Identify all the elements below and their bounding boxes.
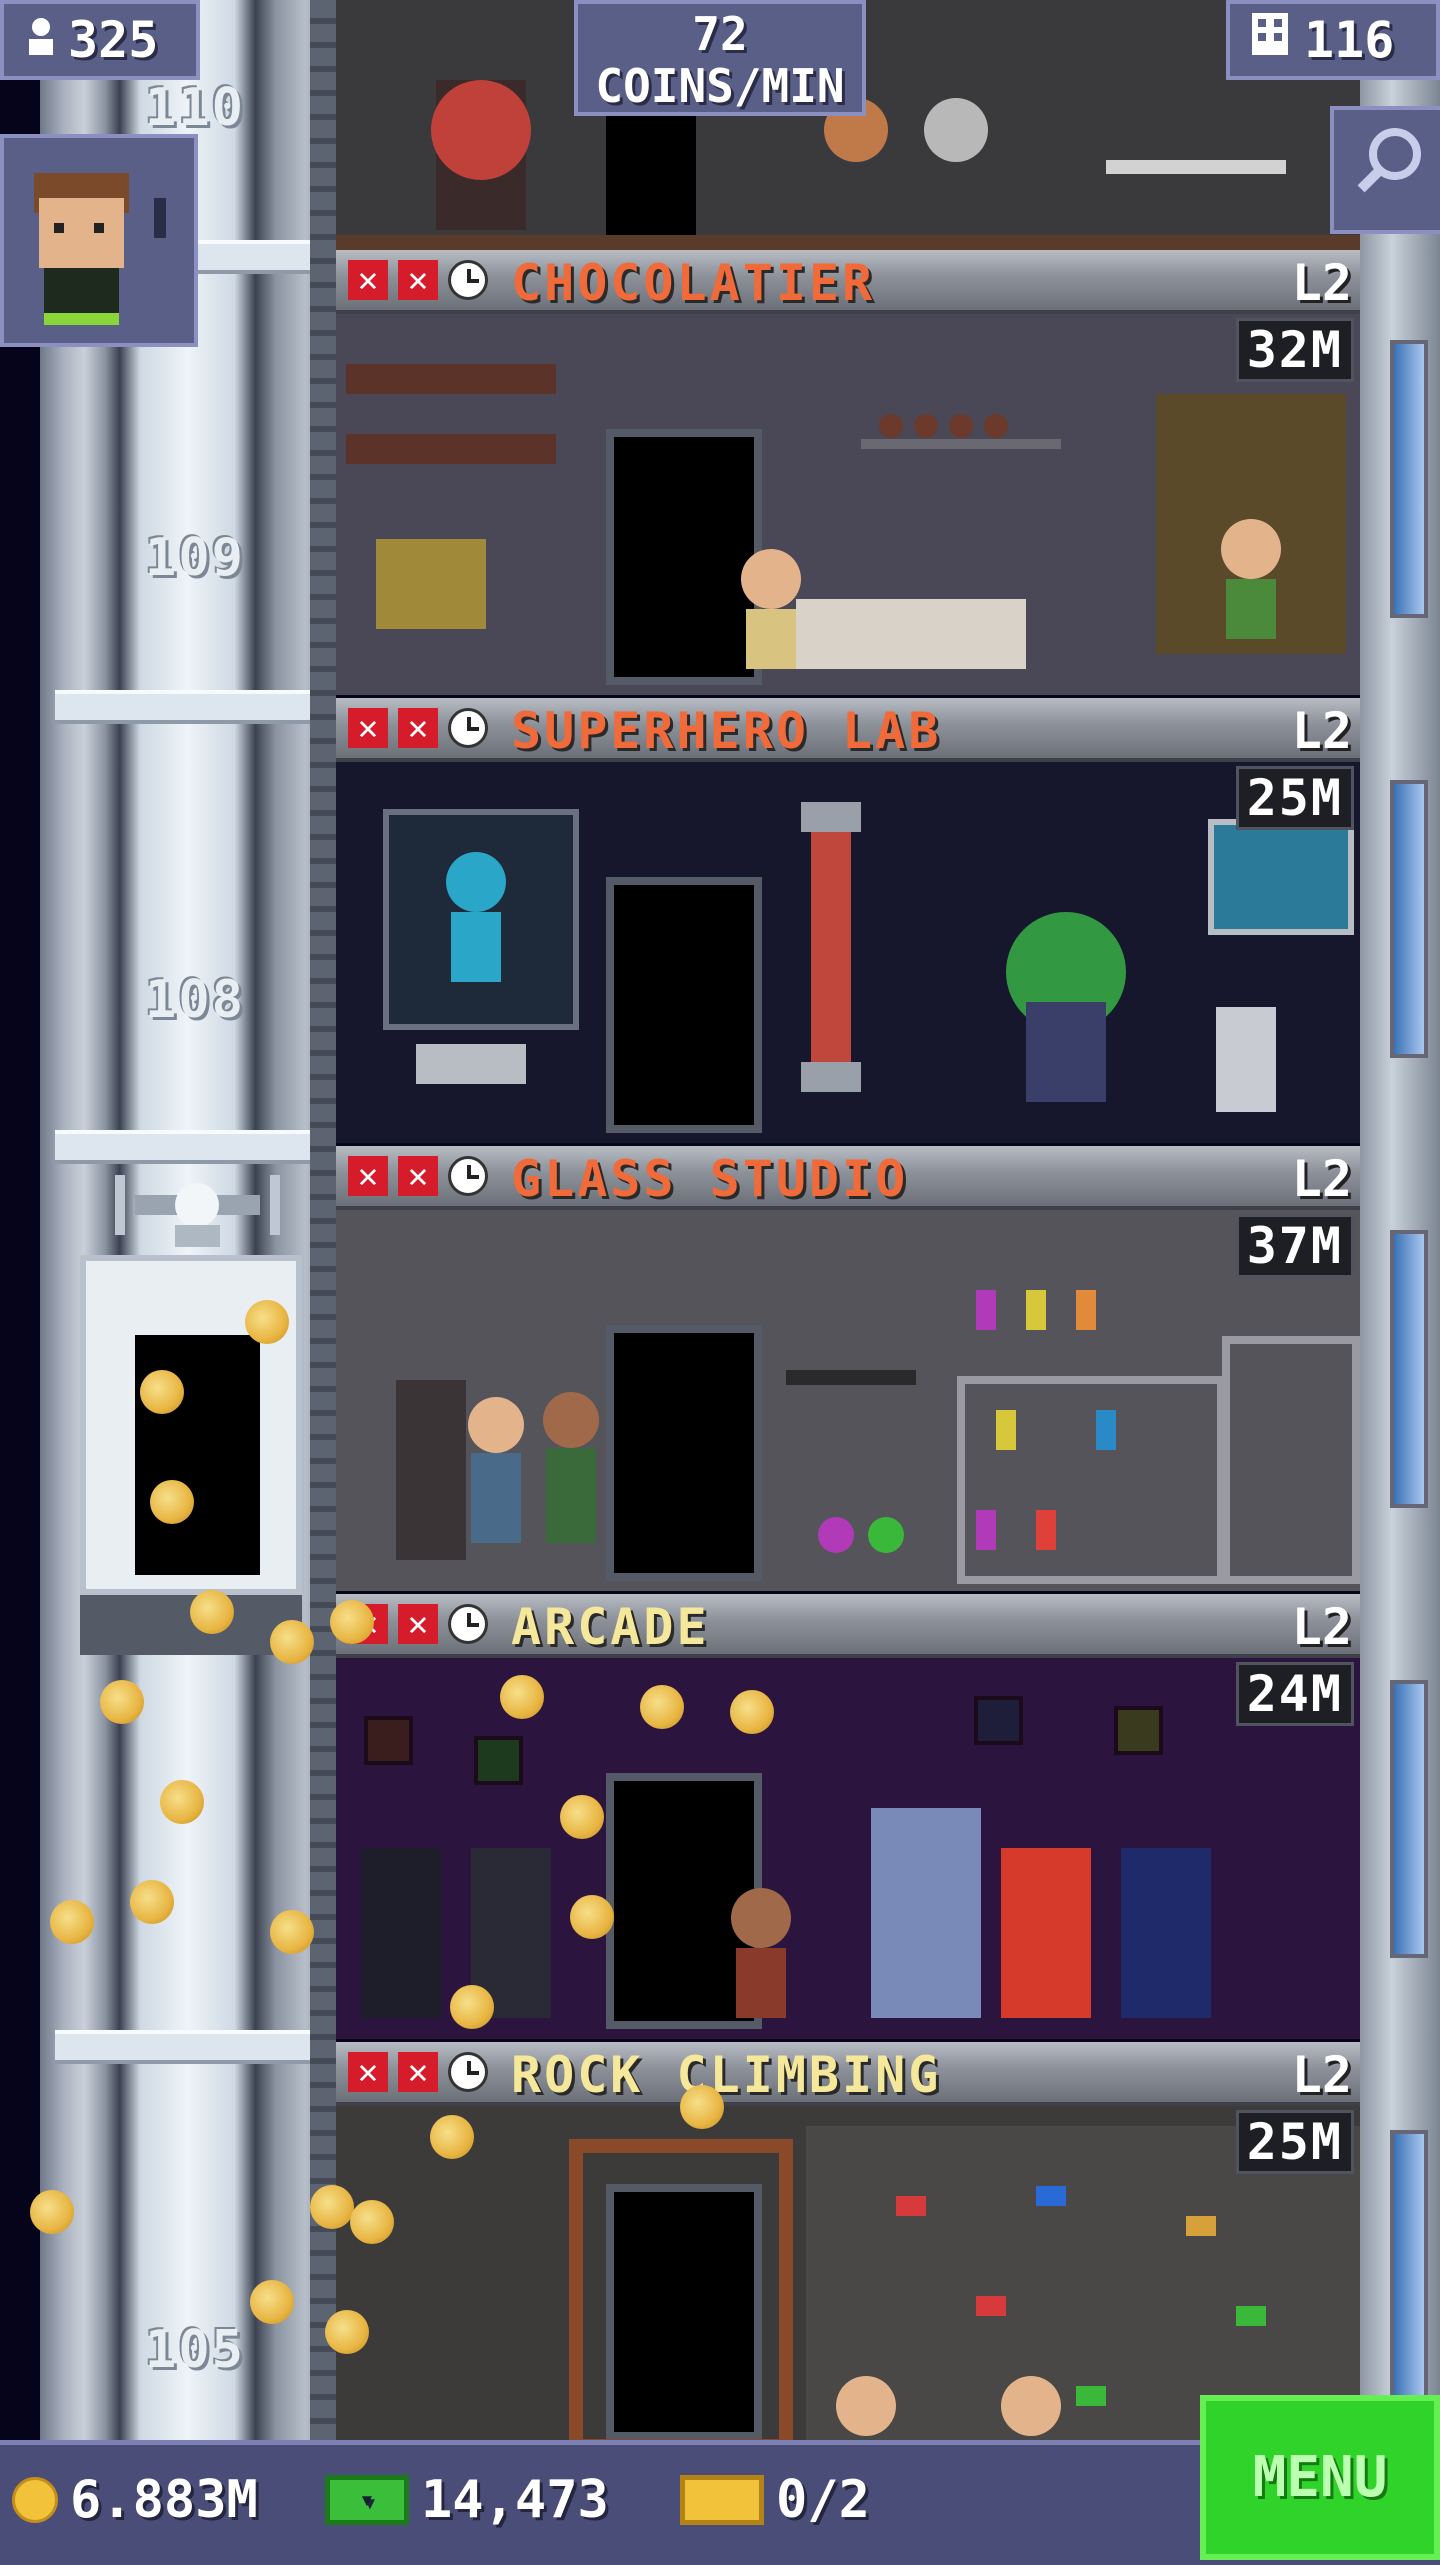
coins-per-min-value: 72 xyxy=(692,7,748,61)
building-window xyxy=(1390,780,1428,1058)
floor-room xyxy=(336,762,1360,1143)
building-window xyxy=(1390,1230,1428,1508)
floor-room xyxy=(336,1210,1360,1591)
bux-balance[interactable]: ▾ 14,473 xyxy=(325,2470,609,2530)
floor-room xyxy=(336,314,1360,695)
floor-room xyxy=(336,2106,1360,2440)
clock-icon xyxy=(448,708,488,748)
person-icon xyxy=(24,11,58,69)
visitor-button[interactable] xyxy=(0,134,198,347)
stock-empty-icon: ✕ xyxy=(348,1156,388,1196)
floor-name: SUPERHERO LAB xyxy=(511,702,942,760)
floor-status-icons: ✕ ✕ xyxy=(348,1156,488,1198)
floor-room xyxy=(336,1658,1360,2039)
bux-icon: ▾ xyxy=(325,2475,409,2525)
floor-value: 37M xyxy=(1235,1214,1354,1278)
floor-name: CHOCOLATIER xyxy=(511,254,876,312)
coin-icon xyxy=(12,2477,58,2523)
clock-icon xyxy=(448,260,488,300)
floor-level: L2 xyxy=(1291,2046,1352,2104)
tickets-value: 0/2 xyxy=(776,2470,870,2530)
shaft-rung xyxy=(55,1130,325,1164)
space-background xyxy=(0,0,40,2440)
floor-level: L2 xyxy=(1291,254,1352,312)
stock-empty-icon: ✕ xyxy=(398,1604,438,1644)
shaft-floor-number: 109 xyxy=(145,528,245,588)
elevator-rail xyxy=(310,0,336,2440)
clock-icon xyxy=(448,2052,488,2092)
stock-empty-icon: ✕ xyxy=(398,708,438,748)
floor-value: 32M xyxy=(1235,318,1354,382)
ticket-icon xyxy=(680,2475,764,2525)
floor-level: L2 xyxy=(1291,1598,1352,1656)
floor-name: ROCK CLIMBING xyxy=(511,2046,942,2104)
building-window xyxy=(1390,1680,1428,1958)
floor-status-icons: ✕ ✕ xyxy=(348,260,488,302)
floor-level: L2 xyxy=(1291,702,1352,760)
elevator-car-top xyxy=(115,1165,280,1255)
stock-empty-icon: ✕ xyxy=(348,260,388,300)
shaft-floor-number: 108 xyxy=(145,970,245,1030)
visitor-avatar xyxy=(34,173,166,325)
floor-value: 24M xyxy=(1235,1662,1354,1726)
floor-value: 25M xyxy=(1235,766,1354,830)
floor-rock-climbing[interactable]: ✕ ✕ ROCK CLIMBING L2 25M xyxy=(336,2042,1360,2440)
floors-value: 116 xyxy=(1304,11,1395,69)
menu-button[interactable]: MENU xyxy=(1200,2395,1440,2560)
population-counter[interactable]: 325 xyxy=(0,0,200,80)
clock-icon xyxy=(448,1156,488,1196)
building-window xyxy=(1390,2130,1428,2408)
floor-glass-studio[interactable]: ✕ ✕ GLASS STUDIO L2 37M xyxy=(336,1146,1360,1591)
building-window xyxy=(1390,340,1428,618)
coins-per-min-label: COINS/MIN xyxy=(595,59,845,113)
zoom-button[interactable] xyxy=(1330,106,1440,234)
shaft-floor-number: 105 xyxy=(145,2320,245,2380)
stock-empty-icon: ✕ xyxy=(348,708,388,748)
stock-empty-icon: ✕ xyxy=(398,2052,438,2092)
stock-empty-icon: ✕ xyxy=(398,1156,438,1196)
floor-title-bar xyxy=(336,1594,1360,1658)
stock-empty-icon: ✕ xyxy=(398,260,438,300)
clock-icon xyxy=(448,1604,488,1644)
floors-counter[interactable]: 116 xyxy=(1226,0,1440,80)
floor-name: GLASS STUDIO xyxy=(511,1150,909,1208)
coins-per-minute: 72 COINS/MIN xyxy=(574,0,866,116)
floor-status-icons: ✕ ✕ xyxy=(348,708,488,750)
building-icon xyxy=(1250,11,1290,69)
floor-status-icons: ✕ ✕ xyxy=(348,2052,488,2094)
coins-balance[interactable]: 6.883M xyxy=(12,2470,258,2530)
floor-level: L2 xyxy=(1291,1150,1352,1208)
floor-chocolatier[interactable]: ✕ ✕ CHOCOLATIER L2 32M xyxy=(336,250,1360,695)
floor-value: 25M xyxy=(1235,2110,1354,2174)
population-value: 325 xyxy=(68,11,159,69)
floor-superhero-lab[interactable]: ✕ ✕ SUPERHERO LAB L2 25M xyxy=(336,698,1360,1143)
floor-arcade[interactable]: ✕ ✕ ARCADE L2 24M xyxy=(336,1594,1360,2039)
shaft-rung xyxy=(55,2030,325,2064)
floor-name: ARCADE xyxy=(511,1598,710,1656)
shaft-floor-number: 110 xyxy=(145,78,245,138)
bux-value: 14,473 xyxy=(421,2470,609,2530)
tickets-balance[interactable]: 0/2 xyxy=(680,2470,870,2530)
shaft-rung xyxy=(55,690,325,724)
magnifier-icon xyxy=(1349,122,1429,219)
stock-empty-icon: ✕ xyxy=(348,2052,388,2092)
coins-value: 6.883M xyxy=(70,2470,258,2530)
